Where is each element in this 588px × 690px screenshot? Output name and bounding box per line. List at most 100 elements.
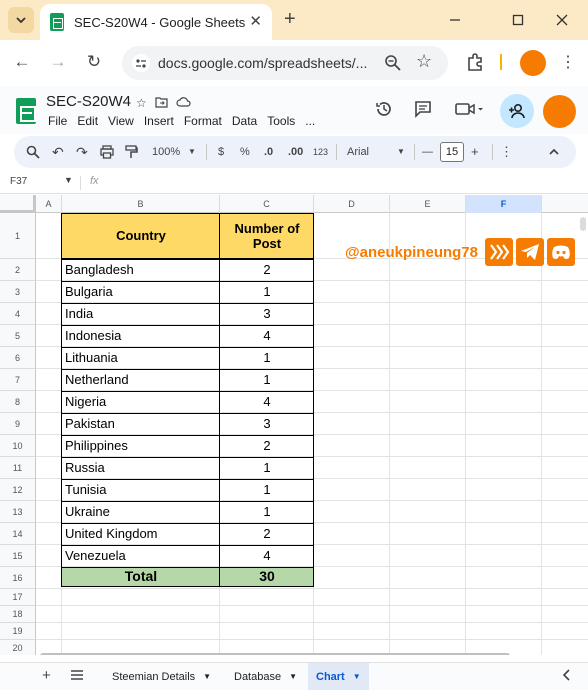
row-header[interactable]: 11 [0, 457, 36, 479]
row-header[interactable]: 7 [0, 369, 36, 391]
spreadsheet-grid[interactable]: ABCDEF 1 2 3 4 5 6 7 8 9 10 11 12 13 14 15 16 17 18 19 20 C… [0, 195, 588, 655]
post-count-cell[interactable]: 1 [220, 479, 314, 501]
post-count-cell[interactable]: 1 [220, 347, 314, 369]
font-caret-icon[interactable]: ▼ [397, 143, 405, 161]
document-title[interactable]: SEC-S20W4 [46, 93, 131, 110]
add-sheet-button[interactable]: + [42, 668, 51, 683]
share-button[interactable] [500, 94, 534, 128]
country-cell[interactable]: Indonesia [62, 325, 220, 347]
bookmark-star-icon[interactable]: ☆ [416, 51, 432, 72]
menu-view[interactable]: View [108, 114, 134, 128]
font-size-increase-button[interactable]: + [471, 143, 479, 161]
row-header[interactable]: 16 [0, 567, 36, 589]
row-header[interactable]: 3 [0, 281, 36, 303]
menu-data[interactable]: Data [232, 114, 257, 128]
paint-format-icon[interactable] [124, 143, 138, 165]
post-count-cell[interactable]: 1 [220, 281, 314, 303]
font-select[interactable]: Arial [347, 143, 369, 161]
maximize-button[interactable] [508, 10, 528, 30]
country-cell[interactable]: Bulgaria [62, 281, 220, 303]
country-cell[interactable]: Philippines [62, 435, 220, 457]
menu-file[interactable]: File [48, 114, 67, 128]
menu-insert[interactable]: Insert [144, 114, 174, 128]
sheet-tab-caret-icon[interactable]: ▼ [289, 663, 297, 690]
post-count-cell[interactable]: 1 [220, 369, 314, 391]
column-header-d[interactable]: D [314, 195, 390, 213]
post-count-cell[interactable]: 2 [220, 435, 314, 457]
post-count-cell[interactable]: 2 [220, 259, 314, 281]
redo-icon[interactable]: ↷ [76, 143, 88, 161]
account-avatar[interactable] [543, 95, 576, 128]
new-tab-button[interactable]: + [284, 9, 296, 29]
more-options-icon[interactable]: ⋮ [500, 143, 513, 161]
row-header[interactable]: 17 [0, 589, 36, 606]
decrease-decimal-button[interactable]: .0 [264, 143, 273, 161]
country-cell[interactable]: Ukraine [62, 501, 220, 523]
country-cell[interactable]: India [62, 303, 220, 325]
cloud-saved-icon[interactable] [176, 96, 191, 111]
font-size-input[interactable]: 15 [440, 142, 464, 162]
country-cell[interactable]: Venezuela [62, 545, 220, 567]
minimize-button[interactable] [445, 10, 465, 30]
browser-tab[interactable]: SEC-S20W4 - Google Sheets ✕ [40, 4, 272, 40]
header-cell-country[interactable]: Country [62, 213, 220, 259]
forward-arrow-icon[interactable]: → [48, 53, 68, 71]
country-cell[interactable]: United Kingdom [62, 523, 220, 545]
font-size-decrease-button[interactable]: — [422, 143, 433, 161]
sheet-tab-steemian-details[interactable]: Steemian Details ▼ [104, 663, 219, 690]
omnibox[interactable]: docs.google.com/spreadsheets/... ☆ [122, 46, 448, 80]
print-icon[interactable] [100, 143, 114, 165]
post-count-cell[interactable]: 3 [220, 413, 314, 435]
close-window-button[interactable] [552, 10, 572, 30]
menu-format[interactable]: Format [184, 114, 222, 128]
row-header[interactable]: 4 [0, 303, 36, 325]
country-cell[interactable]: Nigeria [62, 391, 220, 413]
sheets-home-icon[interactable] [16, 98, 36, 124]
header-cell-number-of-post[interactable]: Number of Post [220, 213, 314, 259]
row-header[interactable]: 1 [0, 213, 36, 259]
column-header-f[interactable]: F [466, 195, 542, 213]
number-format-button[interactable]: 123 [313, 143, 328, 161]
select-all-corner[interactable] [0, 195, 36, 213]
search-menus-icon[interactable] [26, 143, 40, 165]
star-icon[interactable]: ☆ [136, 96, 147, 111]
row-header[interactable]: 8 [0, 391, 36, 413]
horizontal-scrollbar[interactable] [36, 653, 576, 655]
back-arrow-icon[interactable]: ← [12, 53, 32, 71]
site-info-icon[interactable] [132, 54, 150, 72]
meet-video-icon[interactable] [455, 100, 485, 121]
undo-icon[interactable]: ↶ [52, 143, 64, 161]
version-history-icon[interactable] [375, 100, 393, 121]
post-count-cell[interactable]: 4 [220, 325, 314, 347]
post-count-cell[interactable]: 4 [220, 391, 314, 413]
tab-search-button[interactable] [8, 7, 34, 33]
column-header-e[interactable]: E [390, 195, 466, 213]
sheet-tab-database[interactable]: Database ▼ [226, 663, 305, 690]
country-cell[interactable]: Russia [62, 457, 220, 479]
row-header[interactable]: 15 [0, 545, 36, 567]
row-header[interactable]: 18 [0, 606, 36, 623]
collapse-toolbar-icon[interactable] [548, 143, 560, 164]
row-header[interactable]: 13 [0, 501, 36, 523]
scrollbar-thumb[interactable] [580, 217, 586, 231]
row-header[interactable]: 6 [0, 347, 36, 369]
post-count-cell[interactable]: 1 [220, 501, 314, 523]
extensions-puzzle-icon[interactable] [465, 52, 485, 75]
column-header-c[interactable]: C [220, 195, 314, 213]
menu-tools[interactable]: Tools [267, 114, 295, 128]
column-header-b[interactable]: B [62, 195, 220, 213]
total-value-cell[interactable]: 30 [220, 567, 314, 586]
browser-menu-icon[interactable]: ⋮ [560, 52, 576, 72]
scroll-tabs-left-icon[interactable] [562, 669, 572, 683]
comments-icon[interactable] [414, 100, 432, 121]
row-header[interactable]: 5 [0, 325, 36, 347]
row-header[interactable]: 12 [0, 479, 36, 501]
sheet-tab-caret-icon[interactable]: ▼ [203, 663, 211, 690]
row-header[interactable]: 14 [0, 523, 36, 545]
sheet-tab-chart[interactable]: Chart ▼ [308, 663, 369, 690]
scrollbar-thumb[interactable] [40, 653, 510, 655]
post-count-cell[interactable]: 4 [220, 545, 314, 567]
vertical-scrollbar[interactable] [580, 217, 586, 647]
country-cell[interactable]: Lithuania [62, 347, 220, 369]
row-header[interactable]: 2 [0, 259, 36, 281]
